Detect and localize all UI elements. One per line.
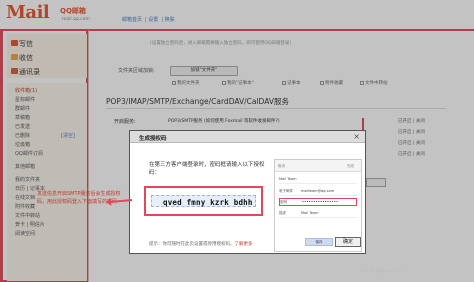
phone-header: 取消 完成 — [275, 160, 361, 172]
phone-row-label: 描述 — [279, 211, 286, 215]
auth-code-field: qved fmny kzrk bdhh — [151, 195, 256, 207]
dialog-tip-text: 提示：你可随时在此页设置或停用授权码。 — [149, 242, 235, 247]
phone-row-label: 电子邮件 — [279, 189, 293, 193]
watermark: CSDN @xxxxxxx — [360, 268, 402, 274]
phone-account: Mail Team — [279, 177, 297, 181]
phone-row-value: mailteam@qq.com — [301, 189, 335, 193]
dialog-titlebar: 生成授权码 × — [130, 131, 365, 143]
auth-code-dialog: 生成授权码 × 在第三方客户端登录时，密码框请输入以下授权码： qved fmn… — [129, 130, 366, 254]
phone-row-email: 电子邮件 mailteam@qq.com — [279, 188, 357, 196]
close-icon[interactable]: × — [353, 132, 360, 141]
phone-row-password: 密码 •••••••••••••••• — [279, 198, 357, 206]
auth-code: qved fmny kzrk bdhh — [163, 198, 253, 207]
dialog-message: 在第三方客户端登录时，密码框请输入以下授权码： — [149, 162, 265, 176]
learn-more-link[interactable]: 了解更多 — [235, 242, 253, 247]
phone-account-row: Mail Team — [279, 176, 357, 184]
dialog-title: 生成授权码 — [139, 136, 167, 142]
phone-row-label: 密码 — [280, 200, 287, 204]
phone-done: 完成 — [347, 164, 354, 168]
phone-cancel: 取消 — [278, 164, 285, 168]
phone-row-description: 描述 Mail Team — [279, 210, 357, 218]
phone-save-button: 保存 — [305, 238, 333, 246]
dialog-tip: 提示：你可随时在此页设置或停用授权码。了解更多 — [149, 241, 253, 247]
phone-row-value: •••••••••••••••• — [302, 200, 339, 204]
annotation-text: 发送信息开启SMTP服务后会生成授权码，用此授权码登入下面填写的密码 — [37, 191, 121, 205]
auth-code-highlight: qved fmny kzrk bdhh — [144, 186, 263, 216]
confirm-button[interactable]: 确定 — [335, 237, 361, 247]
phone-row-value: Mail Team — [301, 211, 319, 215]
